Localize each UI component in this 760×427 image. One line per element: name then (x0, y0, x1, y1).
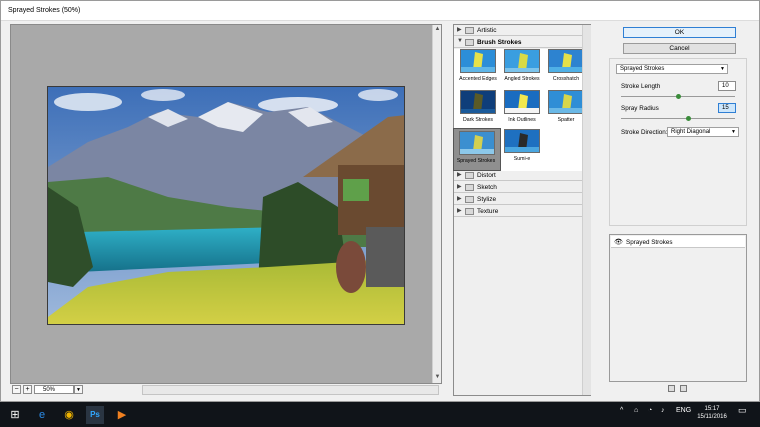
notifications-icon[interactable]: ▭ (738, 405, 747, 416)
gallery-scrollbar[interactable] (582, 25, 591, 395)
expand-icon: ▶ (457, 172, 462, 178)
zoom-in-button[interactable]: + (23, 385, 32, 394)
taskbar: ⊞ e ◉ Ps ▶ ^ ⌂ ◔ ♪ ENG ▭ (0, 402, 760, 427)
zoom-dropdown-icon[interactable]: ▼ (74, 385, 83, 394)
cancel-button[interactable]: Cancel (623, 43, 736, 54)
title-bar[interactable]: Sprayed Strokes (50%) (1, 1, 759, 21)
volume-icon[interactable]: ♪ (661, 407, 665, 414)
spray-radius-input[interactable]: 15 (718, 103, 736, 113)
delete-effect-layer-icon[interactable] (680, 385, 687, 392)
thumbnail-image (459, 131, 495, 155)
layers-toolbar (609, 383, 747, 395)
category-stylize[interactable]: ▶ Stylize (454, 194, 582, 205)
folder-icon (465, 196, 474, 203)
filter-ink-outlines[interactable]: Ink Outlines (500, 90, 544, 129)
chrome-browser-icon[interactable]: ◉ (60, 406, 78, 424)
scroll-up-icon[interactable]: ▲ (433, 26, 442, 32)
preview-image (47, 86, 405, 325)
filter-gallery: ▶ Artistic ▼ Brush Strokes Accented Edge… (453, 24, 591, 396)
thumbnail-image (548, 49, 584, 73)
effect-layers-panel: 👁 Sprayed Strokes (609, 234, 747, 382)
visibility-eye-icon[interactable]: 👁 (614, 238, 623, 246)
expand-icon: ▶ (457, 196, 462, 202)
category-texture[interactable]: ▶ Texture (454, 206, 582, 217)
spray-radius-label: Spray Radius (621, 105, 659, 112)
chevron-down-icon: ▼ (720, 66, 725, 72)
folder-icon (465, 172, 474, 179)
preview-vertical-scrollbar[interactable]: ▲ ▼ (432, 25, 441, 383)
filter-thumbnails: Accented Edges Angled Strokes Crosshatch… (453, 49, 584, 171)
slider-knob[interactable] (676, 94, 681, 99)
collapse-icon: ▼ (457, 38, 463, 44)
expand-icon: ▶ (457, 208, 462, 214)
language-indicator[interactable]: ENG (676, 407, 691, 414)
filter-sumi-e[interactable]: Sumi-e (500, 129, 544, 168)
stroke-length-input[interactable]: 10 (718, 81, 736, 91)
filter-select[interactable]: Sprayed Strokes ▼ (616, 64, 728, 74)
zoom-field[interactable]: 50% (34, 385, 74, 394)
thumbnail-image (460, 49, 496, 73)
ok-button[interactable]: OK (623, 27, 736, 38)
slider-knob[interactable] (686, 116, 691, 121)
system-clock[interactable]: 15:17 15/11/2016 (697, 405, 727, 421)
expand-icon: ▶ (457, 27, 462, 33)
filter-angled-strokes[interactable]: Angled Strokes (500, 49, 544, 88)
category-distort[interactable]: ▶ Distort (454, 170, 582, 181)
edge-browser-icon[interactable]: e (33, 406, 51, 424)
filter-settings-panel: Sprayed Strokes ▼ Stroke Length 10 Spray… (609, 58, 747, 226)
zoom-out-button[interactable]: − (12, 385, 21, 394)
stroke-direction-label: Stroke Direction: (621, 129, 668, 136)
folder-icon (465, 39, 474, 46)
tray-chevron-up-icon[interactable]: ^ (620, 407, 623, 414)
stroke-length-slider[interactable] (621, 94, 735, 99)
window-title: Sprayed Strokes (50%) (8, 7, 81, 14)
thumbnail-image (460, 90, 496, 114)
folder-icon (465, 184, 474, 191)
media-player-icon[interactable]: ▶ (113, 406, 131, 424)
thumbnail-image (504, 129, 540, 153)
scroll-down-icon[interactable]: ▼ (433, 374, 442, 380)
category-brush-strokes[interactable]: ▼ Brush Strokes (454, 37, 582, 48)
network-icon[interactable]: ⌂ (634, 407, 638, 414)
stroke-direction-select[interactable]: Right Diagonal ▼ (667, 127, 739, 137)
filter-dark-strokes[interactable]: Dark Strokes (456, 90, 500, 129)
wifi-icon[interactable]: ◔ (648, 407, 652, 414)
preview-area[interactable] (10, 24, 442, 384)
category-sketch[interactable]: ▶ Sketch (454, 182, 582, 193)
photoshop-icon[interactable]: Ps (86, 406, 104, 424)
filter-gallery-window: Sprayed Strokes (50%) ▲ ▼ − + 50% ▼ ▶ Ar… (0, 0, 760, 402)
expand-icon: ▶ (457, 184, 462, 190)
effect-layer-row[interactable]: 👁 Sprayed Strokes (611, 236, 745, 248)
thumbnail-image (548, 90, 584, 114)
start-icon[interactable]: ⊞ (6, 406, 24, 424)
spray-radius-slider[interactable] (621, 116, 735, 121)
folder-icon (465, 27, 474, 34)
filter-sprayed-strokes[interactable]: Sprayed Strokes (453, 128, 501, 171)
stroke-length-label: Stroke Length (621, 83, 661, 90)
folder-icon (465, 208, 474, 215)
thumbnail-image (504, 49, 540, 73)
chevron-down-icon: ▼ (731, 129, 736, 135)
preview-horizontal-scrollbar[interactable] (142, 385, 439, 395)
thumbnail-image (504, 90, 540, 114)
filter-accented-edges[interactable]: Accented Edges (456, 49, 500, 88)
category-artistic[interactable]: ▶ Artistic (454, 25, 582, 36)
new-effect-layer-icon[interactable] (668, 385, 675, 392)
